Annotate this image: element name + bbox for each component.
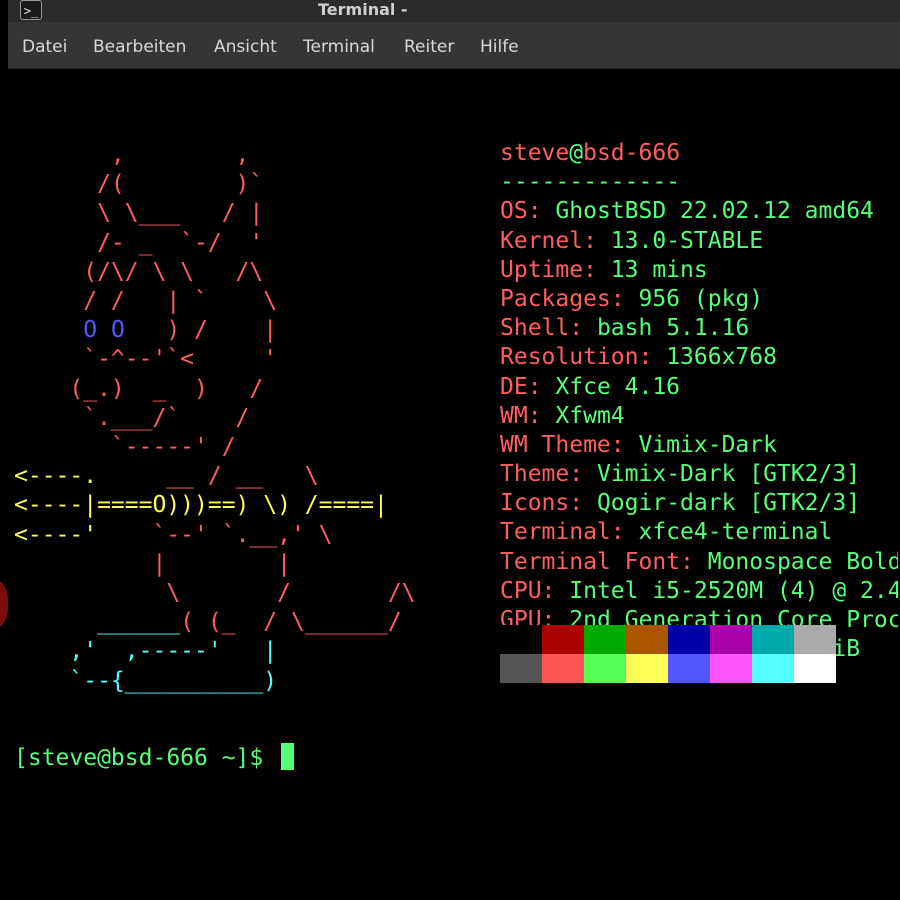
menu-reiter[interactable]: Reiter — [404, 22, 454, 68]
info-key: Icons — [500, 490, 570, 517]
info-line-cpu: CPU: Intel i5-2520M (4) @ 2.4 — [500, 577, 898, 606]
shell-prompt: [steve@bsd-666 ~]$ — [14, 745, 264, 771]
title-bar[interactable]: >_ Terminal - — [8, 0, 900, 22]
palette-row-1-swatch-0 — [500, 625, 542, 654]
palette-row-2-swatch-6 — [752, 654, 794, 683]
info-line-uptime: Uptime: 13 mins — [500, 256, 708, 283]
info-value: Xfce 4.16 — [555, 373, 681, 400]
info-value: Vimix-Dark — [638, 431, 777, 458]
palette-row-2-swatch-1 — [542, 654, 584, 683]
menu-ansicht[interactable]: Ansicht — [214, 22, 277, 68]
info-key: Packages — [500, 285, 611, 312]
info-key: Terminal Font — [500, 548, 681, 575]
info-key: Shell — [500, 315, 570, 342]
info-value: 956 (pkg) — [638, 285, 764, 312]
palette-row-2-swatch-3 — [626, 654, 668, 683]
info-line-icons: Icons: Qogir-dark [GTK2/3] — [500, 490, 861, 517]
info-key: WM — [500, 402, 528, 429]
palette-row-2-swatch-0 — [500, 654, 542, 683]
user-name: steve — [500, 140, 570, 166]
palette-row-2-swatch-5 — [710, 654, 752, 683]
info-value: Xfwm4 — [555, 402, 625, 429]
info-value: 1366x768 — [666, 344, 777, 371]
palette-row-1-swatch-2 — [584, 625, 626, 654]
host-name: bsd-666 — [583, 140, 681, 166]
info-key: Terminal — [500, 519, 611, 546]
info-value: Intel i5-2520M (4) @ 2.4 — [569, 577, 898, 604]
info-line-kernel: Kernel: 13.0-STABLE — [500, 227, 764, 254]
menu-terminal[interactable]: Terminal — [303, 22, 375, 68]
palette-row-1-swatch-1 — [542, 625, 584, 654]
shell-prompt-line[interactable]: [steve@bsd-666 ~]$ — [14, 743, 295, 773]
palette-row-2-swatch-7 — [794, 654, 836, 683]
separator-line: ------------- — [500, 169, 681, 196]
info-key: OS — [500, 198, 528, 225]
info-key: CPU — [500, 577, 542, 604]
info-line-shell: Shell: bash 5.1.16 — [500, 315, 750, 342]
info-line-packages: Packages: 956 (pkg) — [500, 285, 764, 312]
info-value: bash 5.1.16 — [596, 315, 750, 342]
info-key: WM Theme — [500, 431, 611, 458]
info-line-os: OS: GhostBSD 22.02.12 amd64 — [500, 198, 874, 225]
info-value: Qogir-dark [GTK2/3] — [596, 490, 861, 517]
palette-row-1-swatch-3 — [626, 625, 668, 654]
window-title: Terminal - — [318, 0, 408, 19]
info-line-wm: WM: Xfwm4 — [500, 402, 625, 429]
palette-row-1-swatch-5 — [710, 625, 752, 654]
palette-row-1-swatch-7 — [794, 625, 836, 654]
palette-row-1-swatch-6 — [752, 625, 794, 654]
info-line-resolution: Resolution: 1366x768 — [500, 344, 777, 371]
info-value: GhostBSD 22.02.12 amd64 — [555, 198, 874, 225]
info-line-terminal-font: Terminal Font: Monospace Bold — [500, 548, 898, 577]
info-value: 13 mins — [610, 256, 708, 283]
terminal-output[interactable]: , , /( )` \ \___ / | /- _ `-/ ' (/\/ \ \… — [10, 69, 898, 774]
info-value: 13.0-STABLE — [610, 227, 764, 254]
user-host-line: steve@bsd-666 — [500, 139, 898, 168]
at-sign: @ — [569, 140, 584, 166]
info-value: xfce4-terminal — [638, 519, 833, 546]
menu-hilfe[interactable]: Hilfe — [480, 22, 519, 68]
menu-datei[interactable]: Datei — [22, 22, 67, 68]
info-line-wm-theme: WM Theme: Vimix-Dark — [500, 431, 777, 458]
info-line-theme: Theme: Vimix-Dark [GTK2/3] — [500, 461, 861, 488]
color-palette-row-1 — [500, 625, 836, 654]
desktop-background-fragment — [0, 575, 8, 633]
text-cursor — [281, 743, 295, 770]
info-key: Uptime — [500, 256, 584, 283]
palette-row-2-swatch-2 — [584, 654, 626, 683]
info-value: Monospace Bold — [707, 548, 898, 575]
menu-bearbeiten[interactable]: Bearbeiten — [93, 22, 186, 68]
info-key: Theme — [500, 461, 570, 488]
info-value: Vimix-Dark [GTK2/3] — [596, 461, 861, 488]
info-key: DE — [500, 373, 528, 400]
ascii-art-beastie-logo: , , /( )` \ \___ / | /- _ `-/ ' (/\/ \ \… — [14, 142, 416, 694]
palette-row-2-swatch-4 — [668, 654, 710, 683]
info-line-terminal: Terminal: xfce4-terminal — [500, 519, 833, 546]
info-key: Resolution — [500, 344, 639, 371]
info-line-de: DE: Xfce 4.16 — [500, 373, 681, 400]
info-key: Kernel — [500, 227, 584, 254]
menu-bar: Datei Bearbeiten Ansicht Terminal Reiter… — [8, 22, 900, 69]
terminal-window: >_ Terminal - Datei Bearbeiten Ansicht T… — [8, 0, 900, 776]
palette-row-1-swatch-4 — [668, 625, 710, 654]
color-palette-row-2 — [500, 654, 836, 683]
system-info-panel: steve@bsd-666 ------------- OS: GhostBSD… — [500, 139, 898, 664]
info-fields: OS: GhostBSD 22.02.12 amd64 Kernel: 13.0-… — [500, 197, 898, 664]
